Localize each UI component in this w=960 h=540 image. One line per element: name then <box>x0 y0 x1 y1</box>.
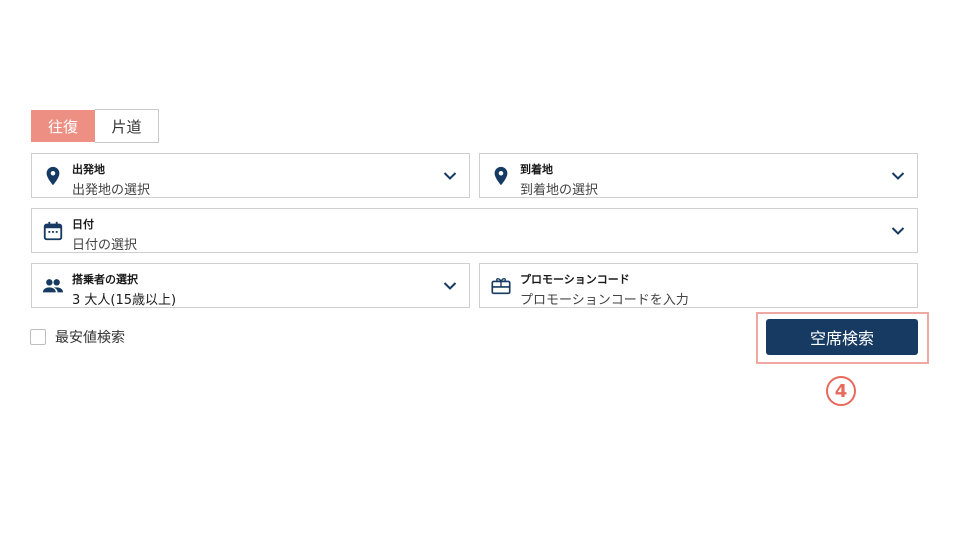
date-placeholder: 日付の選択 <box>72 238 138 253</box>
lowest-fare-option[interactable]: 最安値検索 <box>30 327 125 347</box>
lowest-fare-label: 最安値検索 <box>55 330 125 346</box>
chevron-down-icon <box>443 171 457 180</box>
trip-type-tabs: 往復 片道 <box>31 109 159 144</box>
date-select[interactable]: 日付 日付の選択 <box>31 208 918 253</box>
arrival-placeholder: 到着地の選択 <box>520 183 599 198</box>
step-marker: 4 <box>826 376 856 406</box>
departure-placeholder: 出発地の選択 <box>72 183 151 198</box>
departure-select[interactable]: 出発地 出発地の選択 <box>31 153 470 198</box>
search-seats-button[interactable]: 空席検索 <box>766 319 918 355</box>
arrival-select[interactable]: 到着地 到着地の選択 <box>479 153 918 198</box>
departure-label: 出発地 <box>72 163 105 176</box>
promo-code-label: プロモーションコード <box>520 273 630 286</box>
chevron-down-icon <box>891 171 905 180</box>
tab-one-way[interactable]: 片道 <box>95 109 159 143</box>
passenger-value: 3 大人(15歳以上) <box>72 293 177 308</box>
date-label: 日付 <box>72 218 94 231</box>
promo-code-input[interactable]: プロモーションコード プロモーションコードを入力 <box>479 263 918 308</box>
location-pin-icon <box>46 166 60 185</box>
passenger-label: 搭乗者の選択 <box>72 273 138 286</box>
chevron-down-icon <box>891 226 905 235</box>
passenger-select[interactable]: 搭乗者の選択 3 大人(15歳以上) <box>31 263 470 308</box>
arrival-label: 到着地 <box>520 163 553 176</box>
location-pin-icon <box>494 166 508 185</box>
people-icon <box>42 278 64 292</box>
promo-code-placeholder: プロモーションコードを入力 <box>520 293 689 308</box>
calendar-icon <box>43 221 63 240</box>
tab-round-trip[interactable]: 往復 <box>31 110 95 142</box>
lowest-fare-checkbox[interactable] <box>30 329 46 345</box>
chevron-down-icon <box>443 281 457 290</box>
gift-card-icon <box>491 277 511 294</box>
